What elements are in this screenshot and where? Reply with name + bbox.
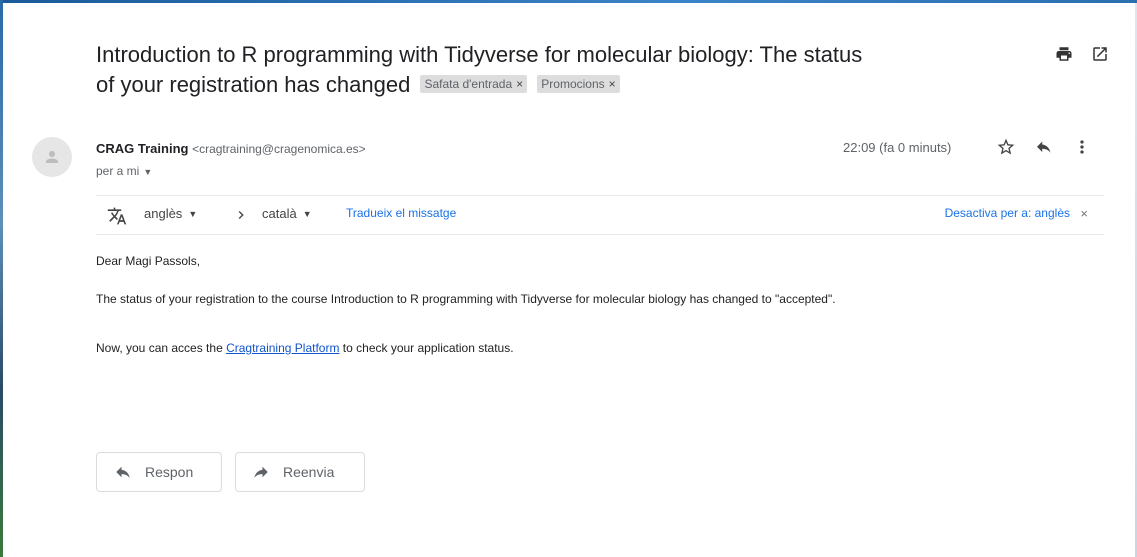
more-options-icon[interactable]	[1072, 137, 1092, 157]
star-icon[interactable]	[996, 137, 1016, 157]
person-icon	[46, 151, 58, 163]
label-chip-promotions[interactable]: Promocions ×	[537, 75, 620, 93]
subject-line-1: Introduction to R programming with Tidyv…	[96, 42, 863, 67]
message-actions	[996, 137, 1092, 157]
sender-info: CRAG Training <cragtraining@cragenomica.…	[96, 140, 366, 158]
label-chip-promotions-text: Promocions	[541, 77, 605, 91]
avatar[interactable]	[32, 137, 72, 177]
print-icon[interactable]	[1054, 44, 1074, 64]
sender-name[interactable]: CRAG Training	[96, 141, 188, 156]
reply-icon	[114, 463, 132, 481]
recipient-label: per a mi	[96, 164, 140, 178]
open-in-new-window-icon[interactable]	[1090, 44, 1110, 64]
source-language-select[interactable]: anglès ▼	[144, 206, 197, 221]
window-top-border	[0, 0, 1137, 3]
paragraph-text-before: Now, you can acces the	[96, 341, 227, 355]
email-greeting: Dear Magi Passols,	[96, 254, 201, 268]
chevron-down-icon: ▼	[302, 208, 312, 219]
label-chip-inbox[interactable]: Safata d'entrada ×	[420, 75, 528, 93]
email-paragraph-platform: Now, you can acces the Cragtraining Plat…	[96, 341, 514, 355]
translate-message-link[interactable]: Tradueix el missatge	[346, 206, 456, 220]
chevron-down-icon: ▼	[143, 167, 153, 177]
recipient-details-toggle[interactable]: per a mi ▼	[96, 164, 152, 178]
sender-email: <cragtraining@cragenomica.es>	[192, 142, 366, 156]
window-left-border	[0, 0, 3, 557]
chevron-down-icon: ▼	[188, 208, 198, 219]
subject-line-2: of your registration has changed	[96, 72, 411, 97]
disable-translation-link[interactable]: Desactiva per a: anglès	[945, 206, 1070, 220]
subject-actions	[1054, 44, 1110, 64]
cragtraining-platform-link[interactable]: Cragtraining Platform	[226, 341, 339, 355]
email-paragraph-status: The status of your registration to the c…	[96, 292, 836, 306]
target-language: català	[262, 206, 297, 221]
chevron-right-icon	[233, 206, 249, 224]
close-icon[interactable]: ×	[1080, 206, 1088, 221]
reply-button[interactable]: Respon	[96, 452, 222, 492]
forward-button[interactable]: Reenvia	[235, 452, 365, 492]
paragraph-text-after: to check your application status.	[339, 341, 514, 355]
target-language-select[interactable]: català ▼	[262, 206, 312, 221]
reply-button-label: Respon	[145, 464, 194, 480]
label-remove-icon[interactable]: ×	[516, 77, 523, 91]
translate-bar: anglès ▼ català ▼ Tradueix el missatge Des…	[96, 195, 1104, 235]
message-timestamp: 22:09 (fa 0 minuts)	[843, 140, 952, 155]
forward-button-label: Reenvia	[283, 464, 335, 480]
reply-icon[interactable]	[1034, 137, 1054, 157]
forward-icon	[252, 463, 270, 481]
source-language: anglès	[144, 206, 183, 221]
email-subject: Introduction to R programming with Tidyv…	[96, 40, 1046, 100]
label-remove-icon[interactable]: ×	[609, 77, 616, 91]
translate-icon	[106, 206, 128, 226]
label-chip-inbox-text: Safata d'entrada	[424, 77, 513, 91]
